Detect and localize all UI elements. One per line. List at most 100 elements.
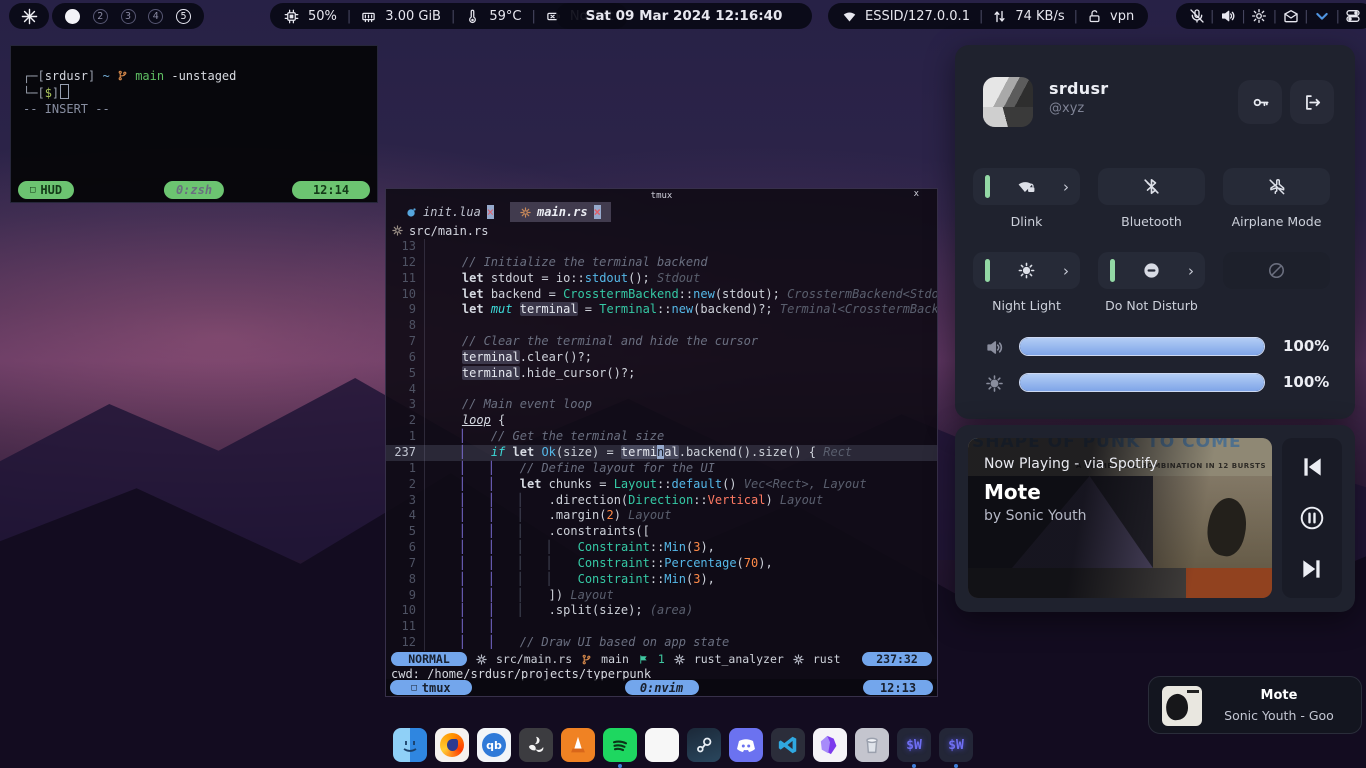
logout-icon — [1303, 93, 1322, 112]
star-logo-icon[interactable] — [21, 8, 38, 25]
dock-app-steam[interactable] — [687, 728, 721, 762]
code-line: 1 ▏ // Get the terminal size — [386, 429, 937, 445]
volume-value: 100% — [1283, 337, 1329, 355]
dock-app-wezterm-2[interactable]: $W — [939, 728, 973, 762]
separator: | — [531, 9, 537, 24]
panel-toggle-chevron-icon[interactable] — [1314, 8, 1330, 24]
line-number: 1 — [386, 461, 425, 477]
code-line: 8 — [386, 318, 937, 334]
running-indicator — [954, 764, 958, 768]
workspace-switcher[interactable]: 2345 — [52, 3, 204, 29]
dock-app-finder[interactable] — [393, 728, 427, 762]
dock-app-obs[interactable] — [519, 728, 553, 762]
toggle-airplane-mode[interactable] — [1223, 168, 1330, 205]
workspace-4[interactable]: 4 — [148, 9, 163, 24]
dock-app-trash[interactable] — [855, 728, 889, 762]
line-number: 5 — [386, 366, 425, 382]
prompt-path: ~ — [103, 69, 110, 83]
volume-slider[interactable] — [1019, 337, 1265, 356]
toggle-cell: Airplane Mode — [1223, 168, 1330, 229]
user-name: srdusr — [1049, 79, 1108, 98]
line-number: 8 — [386, 318, 425, 334]
editor-tabs: init.lua × main.rs × — [396, 202, 611, 222]
microphone-muted-icon[interactable] — [1189, 8, 1205, 24]
code-line: 237 ▏ if let Ok(size) = terminal.backend… — [386, 445, 937, 461]
tab-close-icon[interactable]: × — [594, 205, 601, 219]
dock-app-spotify[interactable] — [603, 728, 637, 762]
line-number: 6 — [386, 540, 425, 556]
code-text: ▏ ▏ ▏ .margin(2) Layout — [433, 508, 672, 524]
toggle-bluetooth[interactable] — [1098, 168, 1205, 205]
toggle-blank[interactable] — [1223, 252, 1330, 289]
breadcrumb-path: src/main.rs — [409, 224, 488, 238]
dock-app-firefox[interactable] — [435, 728, 469, 762]
notification-title: Mote — [1209, 688, 1349, 703]
code-line: 8 ▏ ▏ ▏ ▏ Constraint::Min(3), — [386, 572, 937, 588]
dock-app-vlc[interactable] — [561, 728, 595, 762]
media-player-card: SHAPE OF PUNK TO COME A CHIMERICAL BOMBI… — [955, 425, 1355, 612]
vpn-label: vpn — [1110, 9, 1134, 24]
previous-track-button[interactable] — [1299, 454, 1325, 480]
chevron-right-icon[interactable]: › — [1063, 168, 1069, 205]
clock-pill[interactable]: Sat 09 Mar 2024 12:16:40 — [556, 3, 812, 29]
prompt-frame2: └─[ — [23, 86, 45, 100]
tab-main-rs[interactable]: main.rs × — [510, 202, 611, 222]
dock-app-qbittorrent[interactable]: qb — [477, 728, 511, 762]
vim-mode-pill: NORMAL — [391, 652, 467, 666]
code-line: 4 — [386, 382, 937, 398]
volume-icon[interactable] — [1220, 8, 1236, 24]
mail-icon[interactable] — [1283, 8, 1299, 24]
editor-window[interactable]: tmux x init.lua × main.rs × src/main.rs … — [385, 188, 938, 697]
workspace-3[interactable]: 3 — [121, 9, 136, 24]
code-line: 2 ▏ ▏ let chunks = Layout::default() Vec… — [386, 477, 937, 493]
chevron-right-icon[interactable]: › — [1188, 252, 1194, 289]
workspace-5[interactable]: 5 — [176, 9, 191, 24]
code-text: let backend = CrosstermBackend::new(stdo… — [433, 287, 937, 303]
wifi-icon — [842, 9, 857, 24]
temperature-icon — [465, 9, 480, 24]
network-pill: ESSID/127.0.0.1 | 74 KB/s | vpn — [828, 3, 1148, 29]
tab-close-icon[interactable]: × — [487, 205, 494, 219]
separator: | — [450, 9, 456, 24]
toggle-night-light[interactable]: › — [973, 252, 1080, 289]
essid: ESSID/127.0.0.1 — [865, 9, 970, 24]
workspace-1[interactable] — [65, 9, 80, 24]
settings-gear-icon[interactable] — [1251, 8, 1267, 24]
launcher-pill[interactable] — [9, 3, 49, 29]
logout-button[interactable] — [1290, 80, 1334, 124]
line-number: 9 — [386, 302, 425, 318]
tab-init-lua[interactable]: init.lua × — [396, 202, 504, 222]
code-text: ▏ ▏ ▏ ▏ Constraint::Min(3), — [433, 540, 715, 556]
dock-app-obsidian[interactable] — [813, 728, 847, 762]
pause-button[interactable] — [1299, 505, 1325, 531]
dock-app-wezterm[interactable]: $W — [897, 728, 931, 762]
code-area[interactable]: 1312 // Initialize the terminal backend1… — [386, 239, 937, 651]
next-track-button[interactable] — [1299, 556, 1325, 582]
dock-app-discord[interactable] — [729, 728, 763, 762]
dock-app-photos[interactable] — [645, 728, 679, 762]
keyring-button[interactable] — [1238, 80, 1282, 124]
sun-icon — [1017, 261, 1036, 280]
code-line: 7 ▏ ▏ ▏ ▏ Constraint::Percentage(70), — [386, 556, 937, 572]
toggle-dlink[interactable]: › — [973, 168, 1080, 205]
dock-app-vscode[interactable] — [771, 728, 805, 762]
brightness-value: 100% — [1283, 373, 1329, 391]
code-text: ▏ if let Ok(size) = terminal.backend().s… — [433, 445, 852, 461]
separator: | — [346, 9, 352, 24]
tmux-clock-pill: 12:14 — [292, 181, 370, 199]
code-text: ▏ ▏ ▏ ▏ Constraint::Min(3), — [433, 572, 715, 588]
brightness-slider[interactable] — [1019, 373, 1265, 392]
chevron-right-icon[interactable]: › — [1063, 252, 1069, 289]
prompt-user: srdusr — [45, 69, 88, 83]
code-line: 11 let stdout = io::stdout(); Stdout — [386, 271, 937, 287]
code-line: 3 // Main event loop — [386, 397, 937, 413]
code-line: 6 ▏ ▏ ▏ ▏ Constraint::Min(3), — [386, 540, 937, 556]
notification-popup[interactable]: Mote Sonic Youth - Goo — [1148, 676, 1362, 734]
running-indicator — [912, 764, 916, 768]
toggle-do-not-disturb[interactable]: › — [1098, 252, 1205, 289]
terminal-window[interactable]: ┌─[srdusr] ~ main -unstaged └─[$] -- INS… — [10, 45, 378, 203]
window-close-button[interactable]: x — [914, 189, 919, 202]
system-toggles-icon[interactable] — [1345, 8, 1361, 24]
toggle-cell: ›Do Not Disturb — [1098, 252, 1205, 313]
workspace-2[interactable]: 2 — [93, 9, 108, 24]
